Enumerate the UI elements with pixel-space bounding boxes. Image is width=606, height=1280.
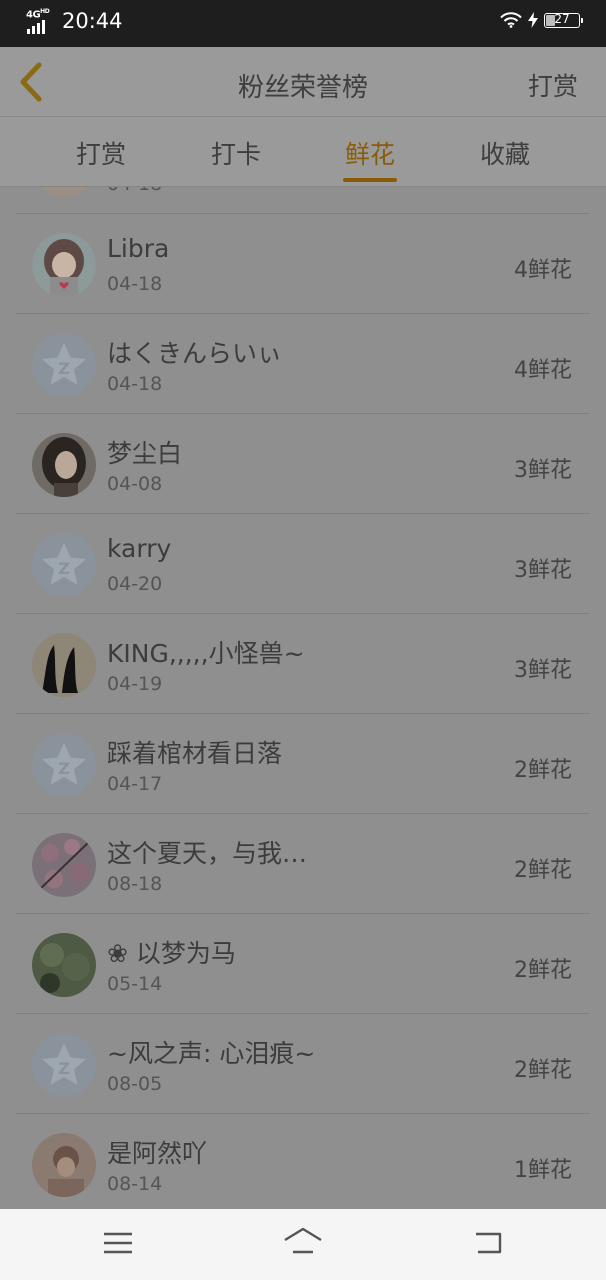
battery-level: 27	[554, 11, 570, 26]
reward-button[interactable]: 打赏	[528, 67, 578, 103]
flower-count: 1鲜花	[514, 1158, 572, 1183]
nav-bar: 粉丝荣誉榜 打赏	[0, 47, 606, 117]
clock: 20:44	[62, 9, 123, 33]
flower-count: 3鲜花	[514, 558, 572, 583]
user-name: 踩着棺材看日落	[107, 739, 283, 768]
home-icon[interactable]	[283, 1225, 323, 1261]
ranking-list: 04-18 Libra 04-18 4鲜花 Z はくきんらいぃ 04-18	[0, 187, 606, 1209]
system-nav-bar	[0, 1209, 606, 1280]
item-date: 05-14	[107, 973, 163, 995]
item-date: 04-18	[107, 373, 163, 395]
list-item[interactable]: Z 踩着棺材看日落 04-17 2鲜花	[16, 714, 590, 814]
flower-count: 2鲜花	[514, 858, 572, 883]
tab-bar: 打赏 打卡 鲜花 收藏	[0, 117, 606, 187]
flower-count: 3鲜花	[514, 658, 572, 683]
tab-checkin[interactable]: 打卡	[181, 135, 291, 171]
network-type: 4GHD	[26, 8, 50, 21]
user-name: 梦尘白	[107, 439, 183, 468]
user-name: karry	[107, 534, 172, 563]
flower-count: 4鲜花	[514, 258, 572, 283]
user-name: 是阿然吖	[107, 1139, 208, 1168]
svg-text:Z: Z	[58, 759, 70, 778]
user-name: Libra	[107, 234, 170, 263]
flower-count: 2鲜花	[514, 958, 572, 983]
avatar	[32, 1133, 96, 1197]
flower-count: 2鲜花	[514, 758, 572, 783]
flower-count: 4鲜花	[514, 358, 572, 383]
default-avatar-icon: Z	[32, 333, 96, 397]
flower-count: 3鲜花	[514, 458, 572, 483]
avatar	[32, 833, 96, 897]
list-item[interactable]: 这个夏天，与我… 08-18 2鲜花	[16, 814, 590, 914]
svg-text:Z: Z	[58, 1059, 70, 1078]
list-item[interactable]: 梦尘白 04-08 3鲜花	[16, 414, 590, 514]
list-item[interactable]: 04-18	[16, 187, 590, 214]
list-item[interactable]: 是阿然吖 08-14 1鲜花	[16, 1114, 590, 1209]
list-item[interactable]: ❀ 以梦为马 05-14 2鲜花	[16, 914, 590, 1014]
item-date: 04-08	[107, 473, 163, 495]
user-name: ❀ 以梦为马	[107, 939, 236, 968]
list-item[interactable]: Z はくきんらいぃ 04-18 4鲜花	[16, 314, 590, 414]
avatar	[32, 233, 96, 297]
user-name: ~风之声: 心泪痕~	[107, 1039, 316, 1068]
back-nav-icon[interactable]	[468, 1225, 508, 1261]
charging-icon	[528, 12, 538, 28]
svg-text:Z: Z	[58, 559, 70, 578]
tab-reward[interactable]: 打赏	[46, 135, 156, 171]
user-name: 这个夏天，与我…	[107, 839, 308, 868]
avatar	[32, 433, 96, 497]
avatar	[32, 633, 96, 697]
avatar	[32, 933, 96, 997]
item-date: 08-14	[107, 1173, 163, 1195]
menu-icon[interactable]	[98, 1225, 138, 1261]
item-date: 04-18	[107, 187, 162, 195]
list-item[interactable]: KING,,,,,小怪兽~ 04-19 3鲜花	[16, 614, 590, 714]
status-right: 27	[500, 11, 583, 28]
battery-icon: 27	[544, 11, 583, 28]
tab-favorites[interactable]: 收藏	[450, 135, 560, 171]
list-item[interactable]: Libra 04-18 4鲜花	[16, 214, 590, 314]
user-name: KING,,,,,小怪兽~	[107, 639, 305, 668]
item-date: 04-17	[107, 773, 163, 795]
flower-count: 2鲜花	[514, 1058, 572, 1083]
default-avatar-icon: Z	[32, 1033, 96, 1097]
status-left: 4GHD 20:44	[26, 8, 123, 34]
list-item[interactable]: Z karry 04-20 3鲜花	[16, 514, 590, 614]
avatar	[32, 187, 96, 197]
user-name: はくきんらいぃ	[107, 339, 283, 368]
active-tab-indicator	[343, 178, 397, 182]
item-date: 04-18	[107, 273, 163, 295]
list-item[interactable]: Z ~风之声: 心泪痕~ 08-05 2鲜花	[16, 1014, 590, 1114]
item-date: 08-18	[107, 873, 163, 895]
default-avatar-icon: Z	[32, 733, 96, 797]
svg-text:Z: Z	[58, 359, 70, 378]
default-avatar-icon: Z	[32, 533, 96, 597]
status-bar: 4GHD 20:44 27	[0, 0, 606, 47]
item-date: 04-20	[107, 573, 163, 595]
wifi-icon	[500, 12, 522, 28]
item-date: 04-19	[107, 673, 163, 695]
tab-flowers[interactable]: 鲜花	[315, 135, 425, 182]
signal-icon: 4GHD	[26, 8, 56, 34]
item-date: 08-05	[107, 1073, 163, 1095]
page-title: 粉丝荣誉榜	[237, 73, 368, 103]
